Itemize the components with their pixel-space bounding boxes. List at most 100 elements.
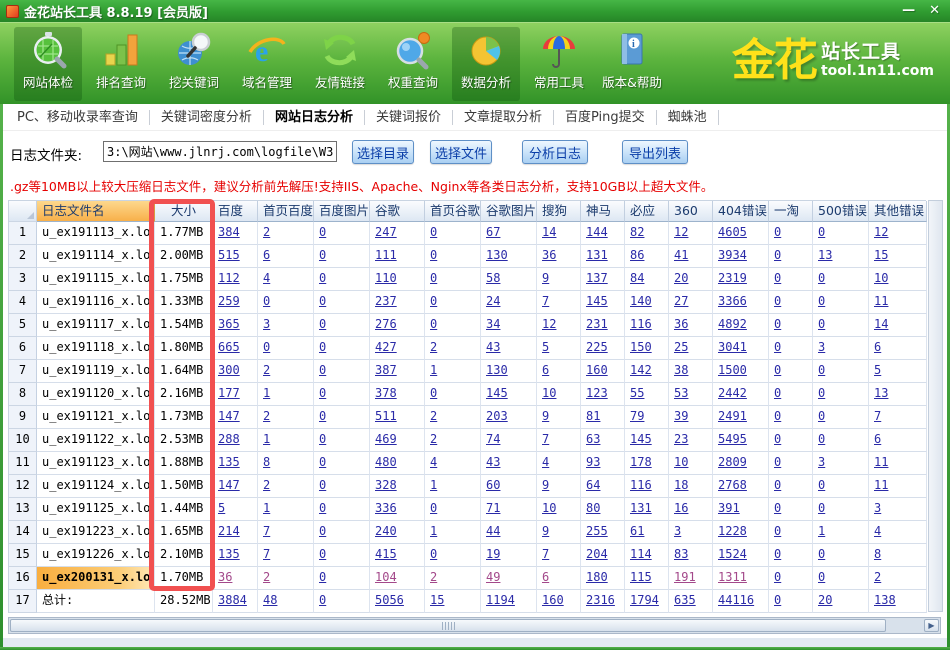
grid-link[interactable]: 142 bbox=[630, 363, 652, 377]
grid-link[interactable]: 36 bbox=[218, 570, 232, 584]
grid-link[interactable]: 0 bbox=[818, 478, 825, 492]
grid-link[interactable]: 204 bbox=[586, 547, 608, 561]
grid-link[interactable]: 0 bbox=[818, 294, 825, 308]
grid-link[interactable]: 2319 bbox=[718, 271, 747, 285]
grid-link[interactable]: 130 bbox=[486, 363, 508, 377]
horizontal-scrollbar[interactable]: ▶ bbox=[8, 617, 941, 634]
grid-link[interactable]: 23 bbox=[674, 432, 688, 446]
grid-link[interactable]: 138 bbox=[874, 593, 896, 607]
grid-link[interactable]: 378 bbox=[375, 386, 397, 400]
grid-link[interactable]: 415 bbox=[375, 547, 397, 561]
grid-link[interactable]: 3 bbox=[263, 317, 270, 331]
grid-link[interactable]: 469 bbox=[375, 432, 397, 446]
grid-link[interactable]: 0 bbox=[774, 524, 781, 538]
grid-link[interactable]: 0 bbox=[430, 501, 437, 515]
grid-link[interactable]: 36 bbox=[674, 317, 688, 331]
grid-link[interactable]: 114 bbox=[630, 547, 652, 561]
grid-link[interactable]: 2 bbox=[430, 409, 437, 423]
grid-link[interactable]: 0 bbox=[774, 271, 781, 285]
grid-link[interactable]: 4 bbox=[542, 455, 549, 469]
grid-link[interactable]: 144 bbox=[586, 225, 608, 239]
row-number-cell[interactable]: 17 bbox=[9, 590, 37, 613]
grid-link[interactable]: 18 bbox=[674, 478, 688, 492]
grid-link[interactable]: 0 bbox=[774, 593, 781, 607]
grid-link[interactable]: 4605 bbox=[718, 225, 747, 239]
grid-link[interactable]: 2316 bbox=[586, 593, 615, 607]
grid-link[interactable]: 55 bbox=[630, 386, 644, 400]
grid-link[interactable]: 0 bbox=[319, 524, 326, 538]
column-header-google[interactable]: 谷歌 bbox=[370, 201, 425, 222]
grid-link[interactable]: 3 bbox=[674, 524, 681, 538]
grid-link[interactable]: 8 bbox=[263, 455, 270, 469]
column-header-baidu-home[interactable]: 首页百度 bbox=[258, 201, 314, 222]
grid-link[interactable]: 0 bbox=[430, 271, 437, 285]
grid-link[interactable]: 10 bbox=[874, 271, 888, 285]
grid-link[interactable]: 665 bbox=[218, 340, 240, 354]
grid-link[interactable]: 123 bbox=[586, 386, 608, 400]
grid-link[interactable]: 259 bbox=[218, 294, 240, 308]
grid-link[interactable]: 0 bbox=[319, 340, 326, 354]
column-header-360[interactable]: 360 bbox=[669, 201, 713, 222]
grid-link[interactable]: 14 bbox=[874, 317, 888, 331]
grid-link[interactable]: 0 bbox=[319, 478, 326, 492]
grid-link[interactable]: 160 bbox=[542, 593, 564, 607]
grid-link[interactable]: 0 bbox=[319, 363, 326, 377]
tab-article-extract[interactable]: 文章提取分析 bbox=[453, 110, 554, 125]
grid-link[interactable]: 115 bbox=[630, 570, 652, 584]
column-header-error-404[interactable]: 404错误 bbox=[713, 201, 769, 222]
grid-link[interactable]: 0 bbox=[430, 547, 437, 561]
row-number-cell[interactable]: 13 bbox=[9, 498, 37, 521]
grid-link[interactable]: 0 bbox=[319, 317, 326, 331]
grid-link[interactable]: 7 bbox=[263, 547, 270, 561]
column-header-shenma[interactable]: 神马 bbox=[581, 201, 625, 222]
grid-link[interactable]: 0 bbox=[774, 340, 781, 354]
grid-link[interactable]: 511 bbox=[375, 409, 397, 423]
grid-link[interactable]: 49 bbox=[486, 570, 500, 584]
grid-link[interactable]: 214 bbox=[218, 524, 240, 538]
grid-link[interactable]: 147 bbox=[218, 409, 240, 423]
grid-link[interactable]: 2 bbox=[430, 340, 437, 354]
grid-link[interactable]: 43 bbox=[486, 340, 500, 354]
vertical-scrollbar[interactable] bbox=[928, 200, 943, 612]
grid-link[interactable]: 0 bbox=[774, 317, 781, 331]
tab-pc-mobile-index-rate[interactable]: PC、移动收录率查询 bbox=[6, 110, 150, 125]
grid-link[interactable]: 130 bbox=[486, 248, 508, 262]
grid-link[interactable]: 7 bbox=[263, 524, 270, 538]
grid-link[interactable]: 38 bbox=[674, 363, 688, 377]
grid-link[interactable]: 191 bbox=[674, 570, 696, 584]
grid-link[interactable]: 0 bbox=[319, 547, 326, 561]
grid-link[interactable]: 25 bbox=[674, 340, 688, 354]
grid-link[interactable]: 0 bbox=[818, 271, 825, 285]
toolbar-item-version-help[interactable]: i版本&帮助 bbox=[598, 27, 666, 101]
grid-link[interactable]: 427 bbox=[375, 340, 397, 354]
grid-link[interactable]: 63 bbox=[586, 432, 600, 446]
grid-link[interactable]: 4892 bbox=[718, 317, 747, 331]
grid-link[interactable]: 27 bbox=[674, 294, 688, 308]
row-number-cell[interactable]: 6 bbox=[9, 337, 37, 360]
grid-link[interactable]: 1 bbox=[818, 524, 825, 538]
tab-site-log-analysis[interactable]: 网站日志分析 bbox=[264, 110, 365, 125]
grid-link[interactable]: 6 bbox=[874, 432, 881, 446]
grid-link[interactable]: 300 bbox=[218, 363, 240, 377]
grid-link[interactable]: 3 bbox=[818, 340, 825, 354]
toolbar-item-weight-query[interactable]: 权重查询 bbox=[379, 27, 447, 101]
grid-link[interactable]: 231 bbox=[586, 317, 608, 331]
grid-link[interactable]: 7 bbox=[542, 294, 549, 308]
grid-link[interactable]: 20 bbox=[674, 271, 688, 285]
grid-link[interactable]: 20 bbox=[818, 593, 832, 607]
grid-link[interactable]: 1 bbox=[430, 524, 437, 538]
grid-link[interactable]: 64 bbox=[586, 478, 600, 492]
grid-link[interactable]: 5 bbox=[218, 501, 225, 515]
grid-link[interactable]: 0 bbox=[774, 455, 781, 469]
grid-link[interactable]: 44116 bbox=[718, 593, 754, 607]
grid-link[interactable]: 240 bbox=[375, 524, 397, 538]
grid-link[interactable]: 0 bbox=[774, 432, 781, 446]
grid-link[interactable]: 13 bbox=[874, 386, 888, 400]
grid-link[interactable]: 11 bbox=[874, 455, 888, 469]
grid-link[interactable]: 2 bbox=[874, 570, 881, 584]
tab-keyword-quote[interactable]: 关键词报价 bbox=[365, 110, 453, 125]
grid-link[interactable]: 387 bbox=[375, 363, 397, 377]
grid-link[interactable]: 7 bbox=[542, 547, 549, 561]
grid-link[interactable]: 0 bbox=[319, 248, 326, 262]
grid-link[interactable]: 0 bbox=[774, 248, 781, 262]
